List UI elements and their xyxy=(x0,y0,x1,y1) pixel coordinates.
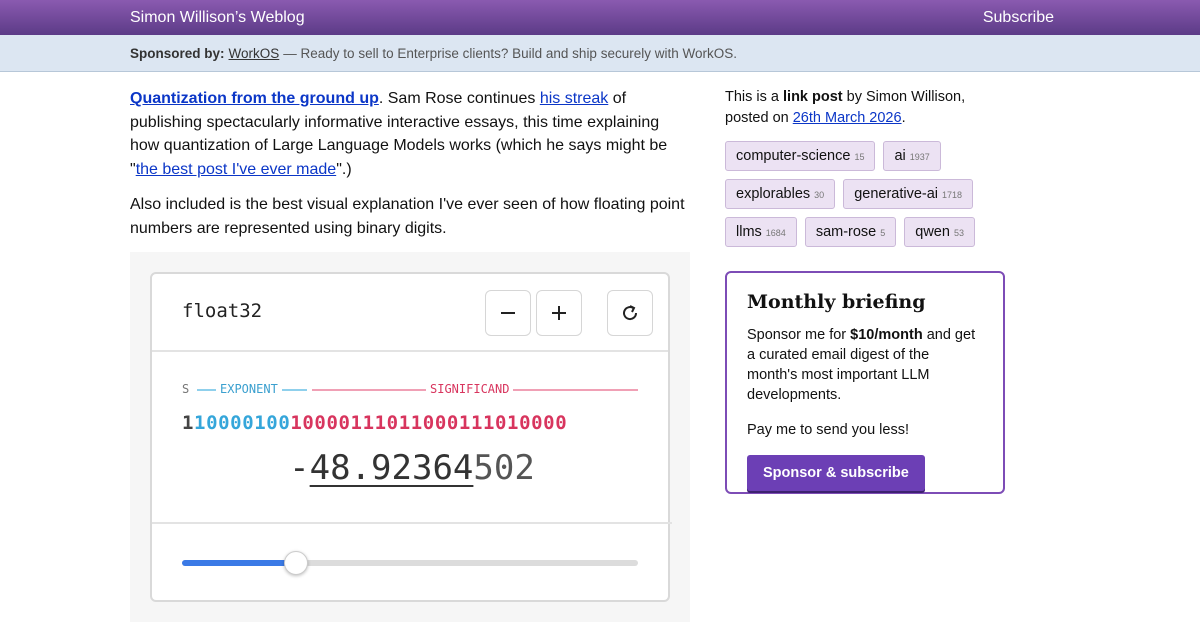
post-paragraph-2: Also included is the best visual explana… xyxy=(130,196,685,237)
meta-post-type: link post xyxy=(783,89,843,105)
plus-icon xyxy=(552,306,566,320)
tag-name: generative-ai xyxy=(854,186,939,202)
sidebar: This is a link post by Simon Willison, p… xyxy=(725,87,1005,494)
value-sign: - xyxy=(289,448,310,488)
tag-count: 1937 xyxy=(909,152,930,162)
sponsor-prefix: Sponsored by: xyxy=(130,45,225,61)
page-content: Quantization from the ground up. Sam Ros… xyxy=(0,72,1200,630)
tag-name: explorables xyxy=(736,186,811,202)
post-date-link[interactable]: 26th March 2026 xyxy=(793,110,902,126)
tag-explorables[interactable]: explorables 30 xyxy=(725,179,836,209)
significand-label: SIGNIFICAND xyxy=(426,382,514,396)
tag-name: computer-science xyxy=(736,148,851,164)
tag-list: computer-science 15 ai 1937 explorables 30 gen… xyxy=(725,141,1005,247)
post-text: ".) xyxy=(336,160,352,178)
refresh-icon xyxy=(623,305,638,321)
widget-title: float32 xyxy=(182,300,263,322)
briefing-price: $10/month xyxy=(850,327,923,343)
reset-button[interactable] xyxy=(607,290,653,336)
tag-name: ai xyxy=(894,148,906,164)
streak-link[interactable]: his streak xyxy=(540,90,608,107)
tag-count: 1684 xyxy=(765,228,786,238)
tag-name: qwen xyxy=(915,224,950,240)
widget-header: float32 xyxy=(152,274,668,352)
float32-widget: float32 S EXPONENT SIGNIFICAND 110000100… xyxy=(150,272,672,602)
tag-count: 1718 xyxy=(942,190,963,200)
tag-name: sam-rose xyxy=(815,224,877,240)
best-post-link[interactable]: the best post I've ever made xyxy=(136,161,337,178)
subscribe-link[interactable]: Subscribe xyxy=(983,9,1054,27)
briefing-text: Sponsor me for $10/month and get a curat… xyxy=(747,325,983,405)
tag-llms[interactable]: llms 1684 xyxy=(725,217,797,247)
site-title-link[interactable]: Simon Willison’s Weblog xyxy=(130,9,305,27)
sponsor-message: — Ready to sell to Enterprise clients? B… xyxy=(283,45,737,61)
meta-text: . xyxy=(901,110,906,126)
tag-count: 5 xyxy=(880,228,886,238)
post-paragraph-1: Quantization from the ground up. Sam Ros… xyxy=(130,87,690,181)
sponsor-link[interactable]: WorkOS xyxy=(229,46,280,61)
meta-text: This is a xyxy=(725,89,784,105)
sponsor-banner: Sponsored by: WorkOS — Ready to sell to … xyxy=(0,35,1200,72)
tag-count: 30 xyxy=(814,190,825,200)
significand-bits[interactable]: 10000111011000111010000 xyxy=(290,412,567,434)
tag-count: 53 xyxy=(953,228,964,238)
tag-computer-science[interactable]: computer-science 15 xyxy=(725,141,876,171)
decimal-value: -48.92364502 xyxy=(152,448,672,488)
value-slider[interactable] xyxy=(182,551,638,575)
bit-string[interactable]: 11000010010000111011000111010000 xyxy=(182,412,567,434)
post-meta: This is a link post by Simon Willison, p… xyxy=(725,87,1005,129)
minus-icon xyxy=(501,312,515,314)
decrement-button[interactable] xyxy=(485,290,531,336)
sponsor-subscribe-button[interactable]: Sponsor & subscribe xyxy=(747,455,925,491)
briefing-title: Monthly briefing xyxy=(747,291,926,313)
tag-sam-rose[interactable]: sam-rose 5 xyxy=(804,217,897,247)
sign-bit[interactable]: 1 xyxy=(182,412,194,434)
slider-fill xyxy=(182,560,296,566)
tag-name: llms xyxy=(736,224,762,240)
monthly-briefing-box: Monthly briefing Sponsor me for $10/mont… xyxy=(725,271,1005,494)
briefing-text-2: Pay me to send you less! xyxy=(747,422,909,438)
tag-generative-ai[interactable]: generative-ai 1718 xyxy=(843,179,974,209)
tag-ai[interactable]: ai 1937 xyxy=(883,141,941,171)
exponent-bits[interactable]: 10000100 xyxy=(194,412,290,434)
post-title-link[interactable]: Quantization from the ground up xyxy=(130,90,379,107)
bit-field-labels: S EXPONENT SIGNIFICAND xyxy=(178,382,638,398)
tag-qwen[interactable]: qwen 53 xyxy=(904,217,975,247)
value-precise-part: 48.92364 xyxy=(309,448,474,488)
value-rest-part: 502 xyxy=(473,448,535,488)
slider-thumb[interactable] xyxy=(284,551,308,575)
tag-count: 15 xyxy=(854,152,865,162)
site-header: Simon Willison’s Weblog Subscribe xyxy=(0,0,1200,35)
briefing-text-part: Sponsor me for xyxy=(747,327,851,343)
post-text: . Sam Rose continues xyxy=(378,90,540,107)
widget-divider xyxy=(152,522,672,524)
exponent-label: EXPONENT xyxy=(216,382,282,396)
post-body: Quantization from the ground up. Sam Ros… xyxy=(130,87,690,252)
increment-button[interactable] xyxy=(536,290,582,336)
float-widget-embed: float32 S EXPONENT SIGNIFICAND 110000100… xyxy=(130,252,690,622)
sign-label: S xyxy=(178,382,194,396)
